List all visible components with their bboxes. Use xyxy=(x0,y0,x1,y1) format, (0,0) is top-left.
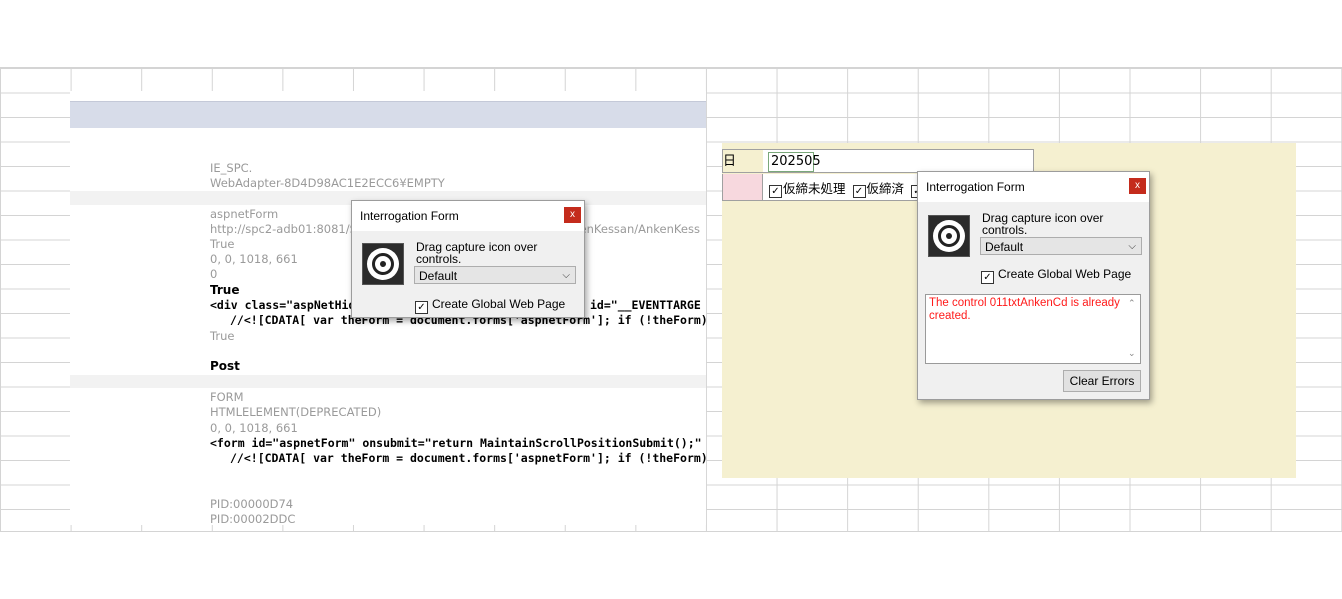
checkbox-label: Create Global Web Page xyxy=(432,297,566,311)
dialog-titlebar[interactable]: Interrogation Form x xyxy=(352,201,584,231)
checkmark-icon: ✓ xyxy=(981,271,994,284)
error-message: The control 011txtAnkenCd is already cre… xyxy=(929,297,1120,322)
checkmark-icon: ✓ xyxy=(852,185,866,198)
property-value: True xyxy=(210,329,235,343)
property-value: WebAdapter-8D4D98AC1E2ECC6¥EMPTY xyxy=(210,176,445,190)
status-label xyxy=(723,174,763,200)
close-button[interactable]: x xyxy=(564,207,581,223)
date-label: 日 xyxy=(723,150,763,172)
error-log[interactable]: The control 011txtAnkenCd is already cre… xyxy=(925,294,1141,364)
drag-instruction: controls. xyxy=(416,252,462,266)
property-value: PID:00000D74 xyxy=(210,497,294,511)
clear-errors-button[interactable]: Clear Errors xyxy=(1063,370,1141,392)
property-value: True xyxy=(210,283,240,297)
checkbox-label: 仮締未処理 xyxy=(783,181,846,196)
drag-instruction: controls. xyxy=(982,223,1028,237)
property-value: Post xyxy=(210,359,240,373)
checkbox-closed[interactable]: ✓ 仮締済 xyxy=(852,178,905,198)
mode-select[interactable]: Default ⌵ xyxy=(414,266,576,284)
property-value: 0, 0, 1018, 661 xyxy=(210,252,298,266)
interrogation-dialog-left: Interrogation Form x Drag capture icon o… xyxy=(351,200,585,318)
status-checkboxes: ✓仮締未処理 ✓仮締済 ✓決 xyxy=(769,178,941,198)
chevron-down-icon: ⌵ xyxy=(562,270,570,281)
close-button[interactable]: x xyxy=(1129,178,1146,194)
property-value: 0, 0, 1018, 661 xyxy=(210,421,298,435)
property-value: id="__EVENTTARGE xyxy=(590,298,701,312)
property-value: aspnetForm xyxy=(210,207,279,221)
section-band xyxy=(70,375,706,388)
property-value: IE_SPC. xyxy=(210,161,253,175)
property-value: //<![CDATA[ var theForm = document.forms… xyxy=(230,451,706,465)
property-value: HTMLELEMENT(DEPRECATED) xyxy=(210,405,382,419)
create-global-web-page-checkbox[interactable]: ✓ Create Global Web Page xyxy=(981,267,1131,284)
property-value: <div class="aspNetHidd xyxy=(210,298,363,312)
property-value: 0 xyxy=(210,267,218,281)
scroll-down-icon[interactable]: ⌄ xyxy=(1128,347,1136,360)
dialog-title: Interrogation Form xyxy=(926,180,1025,194)
date-row: 日 202505 xyxy=(722,149,1034,173)
select-value: Default xyxy=(419,269,458,283)
panel-header-band xyxy=(70,101,706,128)
select-value: Default xyxy=(985,240,1024,254)
dialog-titlebar[interactable]: Interrogation Form x xyxy=(918,172,1149,202)
mode-select[interactable]: Default ⌵ xyxy=(980,237,1142,255)
checkbox-unprocessed[interactable]: ✓ 仮締未処理 xyxy=(769,178,846,198)
property-value: PID:00002DDC xyxy=(210,512,296,525)
interrogation-dialog-right: Interrogation Form x Drag capture icon o… xyxy=(917,171,1150,400)
create-global-web-page-checkbox[interactable]: ✓ Create Global Web Page xyxy=(415,297,565,314)
capture-target-icon[interactable] xyxy=(928,215,970,257)
dialog-title: Interrogation Form xyxy=(360,209,459,223)
checkbox-label: Create Global Web Page xyxy=(998,267,1132,281)
property-value: FORM xyxy=(210,390,244,404)
date-input[interactable]: 202505 xyxy=(768,152,821,172)
capture-target-icon[interactable] xyxy=(362,243,404,285)
checkmark-icon: ✓ xyxy=(769,185,782,198)
scrollbar[interactable]: ⌃ ⌄ xyxy=(1126,295,1140,363)
property-value: <form id="aspnetForm" onsubmit="return M… xyxy=(210,436,706,450)
chevron-down-icon: ⌵ xyxy=(1128,241,1136,252)
property-value: True xyxy=(210,237,235,251)
property-value: http://spc2-adb01:8081/Spc xyxy=(210,222,371,236)
checkmark-icon: ✓ xyxy=(415,301,428,314)
checkbox-label: 仮締済 xyxy=(866,181,905,196)
property-value: nkenKessan/AnkenKess xyxy=(566,222,700,236)
scroll-up-icon[interactable]: ⌃ xyxy=(1128,297,1136,310)
